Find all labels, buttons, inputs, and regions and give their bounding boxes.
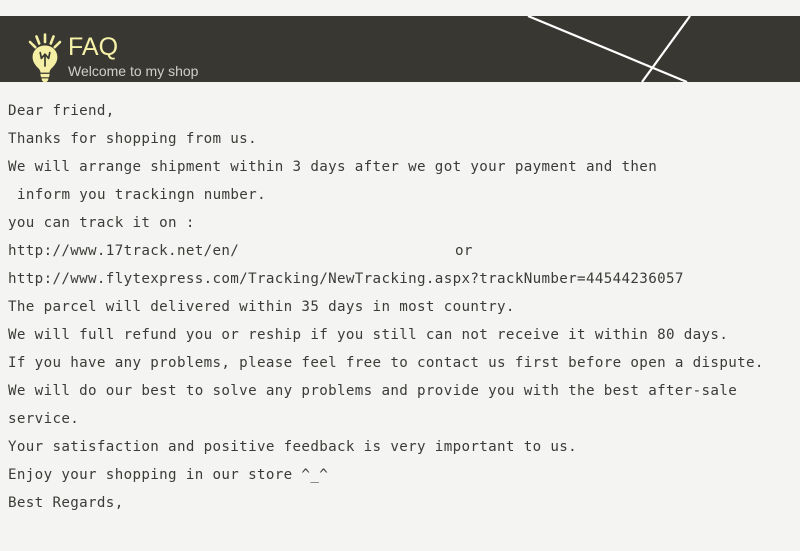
faq-line-thanks: Thanks for shopping from us.: [8, 131, 257, 147]
faq-line-shipment-time: We will arrange shipment within 3 days a…: [8, 159, 658, 175]
faq-line-greeting: Dear friend,: [8, 103, 115, 119]
faq-title: FAQ: [68, 33, 119, 61]
faq-line-track-url-2: http://www.flytexpress.com/Tracking/NewT…: [8, 271, 684, 287]
faq-line-service-promise-cont: service.: [8, 411, 80, 427]
header-text-group: FAQ Welcome to my shop: [68, 34, 198, 80]
lightbulb-icon: [28, 33, 62, 82]
faq-body-text: Dear friend, Thanks for shopping from us.…: [8, 97, 796, 517]
faq-line-track-url-1-trailing: or: [455, 243, 473, 259]
faq-line-inform-tracking: inform you trackingn number.: [17, 187, 266, 203]
faq-line-signoff: Best Regards,: [8, 495, 124, 511]
faq-subtitle: Welcome to my shop: [68, 63, 199, 79]
header-diagonal-decoration: [527, 16, 691, 82]
faq-page: FAQ Welcome to my shop Dear friend, Thank…: [0, 0, 800, 551]
faq-line-enjoy-note: Enjoy your shopping in our store ^_^: [8, 467, 329, 483]
faq-header-banner: FAQ Welcome to my shop: [0, 16, 800, 82]
faq-line-track-url-1-text: http://www.17track.net/en/: [8, 243, 240, 259]
faq-line-feedback-note: Your satisfaction and positive feedback …: [8, 439, 578, 455]
faq-line-delivery-time: The parcel will delivered within 35 days…: [8, 299, 515, 315]
faq-line-service-promise: We will do our best to solve any problem…: [8, 383, 738, 399]
faq-line-track-intro: you can track it on :: [8, 215, 195, 231]
faq-line-dispute-note: If you have any problems, please feel fr…: [8, 355, 764, 371]
faq-line-refund-policy: We will full refund you or reship if you…: [8, 327, 729, 343]
faq-line-track-url-1: http://www.17track.net/en/or: [8, 237, 796, 265]
